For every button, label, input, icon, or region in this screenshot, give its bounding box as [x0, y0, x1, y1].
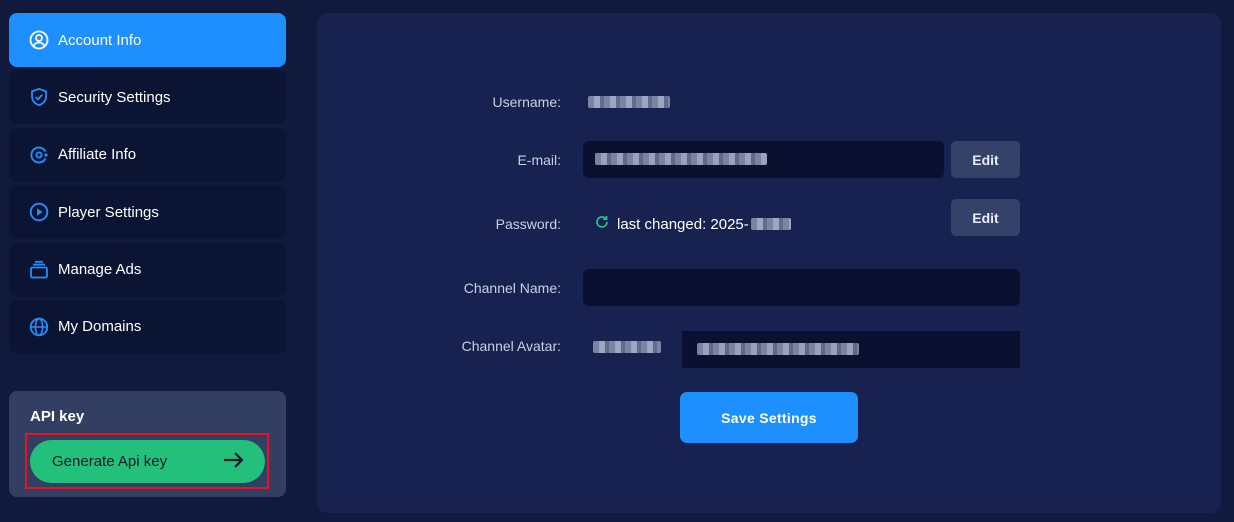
- sidebar-item-label: Account Info: [58, 31, 142, 49]
- sidebar-item-label: Security Settings: [58, 88, 171, 106]
- generate-api-key-button[interactable]: Generate Api key: [30, 440, 265, 483]
- account-info-panel: Username: E-mail: Edit Password: last ch…: [317, 13, 1221, 513]
- generate-api-key-label: Generate Api key: [52, 453, 168, 470]
- username-value-redacted: [588, 96, 670, 108]
- channel-avatar-redacted: [593, 341, 661, 353]
- user-circle-icon: [29, 30, 49, 50]
- sidebar-item-label: My Domains: [58, 318, 142, 336]
- email-label: E-mail:: [517, 152, 561, 168]
- email-value-redacted: [595, 153, 767, 165]
- password-last-changed: last changed: 2025-: [617, 215, 749, 233]
- affiliate-icon: [29, 145, 49, 165]
- channel-avatar-label: Channel Avatar:: [461, 338, 561, 354]
- channel-name-label: Channel Name:: [463, 280, 561, 296]
- sidebar: Account Info Security Settings Affiliate…: [9, 13, 286, 357]
- password-label: Password:: [495, 216, 561, 232]
- channel-avatar-file-input[interactable]: [682, 331, 1020, 368]
- sidebar-item-manage-ads[interactable]: Manage Ads: [9, 242, 286, 297]
- api-key-title: API key: [30, 408, 85, 425]
- globe-icon: [29, 317, 49, 337]
- channel-name-input[interactable]: [583, 269, 1020, 306]
- password-status: last changed: 2025-: [595, 215, 791, 233]
- stack-icon: [29, 260, 49, 280]
- sidebar-item-security-settings[interactable]: Security Settings: [9, 70, 286, 125]
- username-label: Username:: [492, 94, 561, 110]
- channel-avatar-filename-redacted: [697, 343, 859, 355]
- password-date-redacted: [750, 218, 791, 230]
- sidebar-item-affiliate-info[interactable]: Affiliate Info: [9, 127, 286, 182]
- arrow-right-icon: [223, 449, 245, 475]
- sidebar-item-label: Player Settings: [58, 203, 159, 221]
- email-edit-button[interactable]: Edit: [951, 141, 1020, 178]
- sidebar-item-label: Manage Ads: [58, 261, 142, 279]
- password-edit-button[interactable]: Edit: [951, 199, 1020, 236]
- sidebar-item-account-info[interactable]: Account Info: [9, 13, 286, 67]
- sidebar-item-label: Affiliate Info: [58, 146, 137, 164]
- sidebar-item-my-domains[interactable]: My Domains: [9, 299, 286, 354]
- save-settings-button[interactable]: Save Settings: [680, 392, 858, 443]
- api-key-card: API key Generate Api key: [9, 391, 286, 497]
- email-field[interactable]: [583, 141, 944, 178]
- refresh-icon: [595, 215, 609, 233]
- sidebar-item-player-settings[interactable]: Player Settings: [9, 185, 286, 240]
- play-icon: [29, 202, 49, 222]
- shield-icon: [29, 87, 49, 107]
